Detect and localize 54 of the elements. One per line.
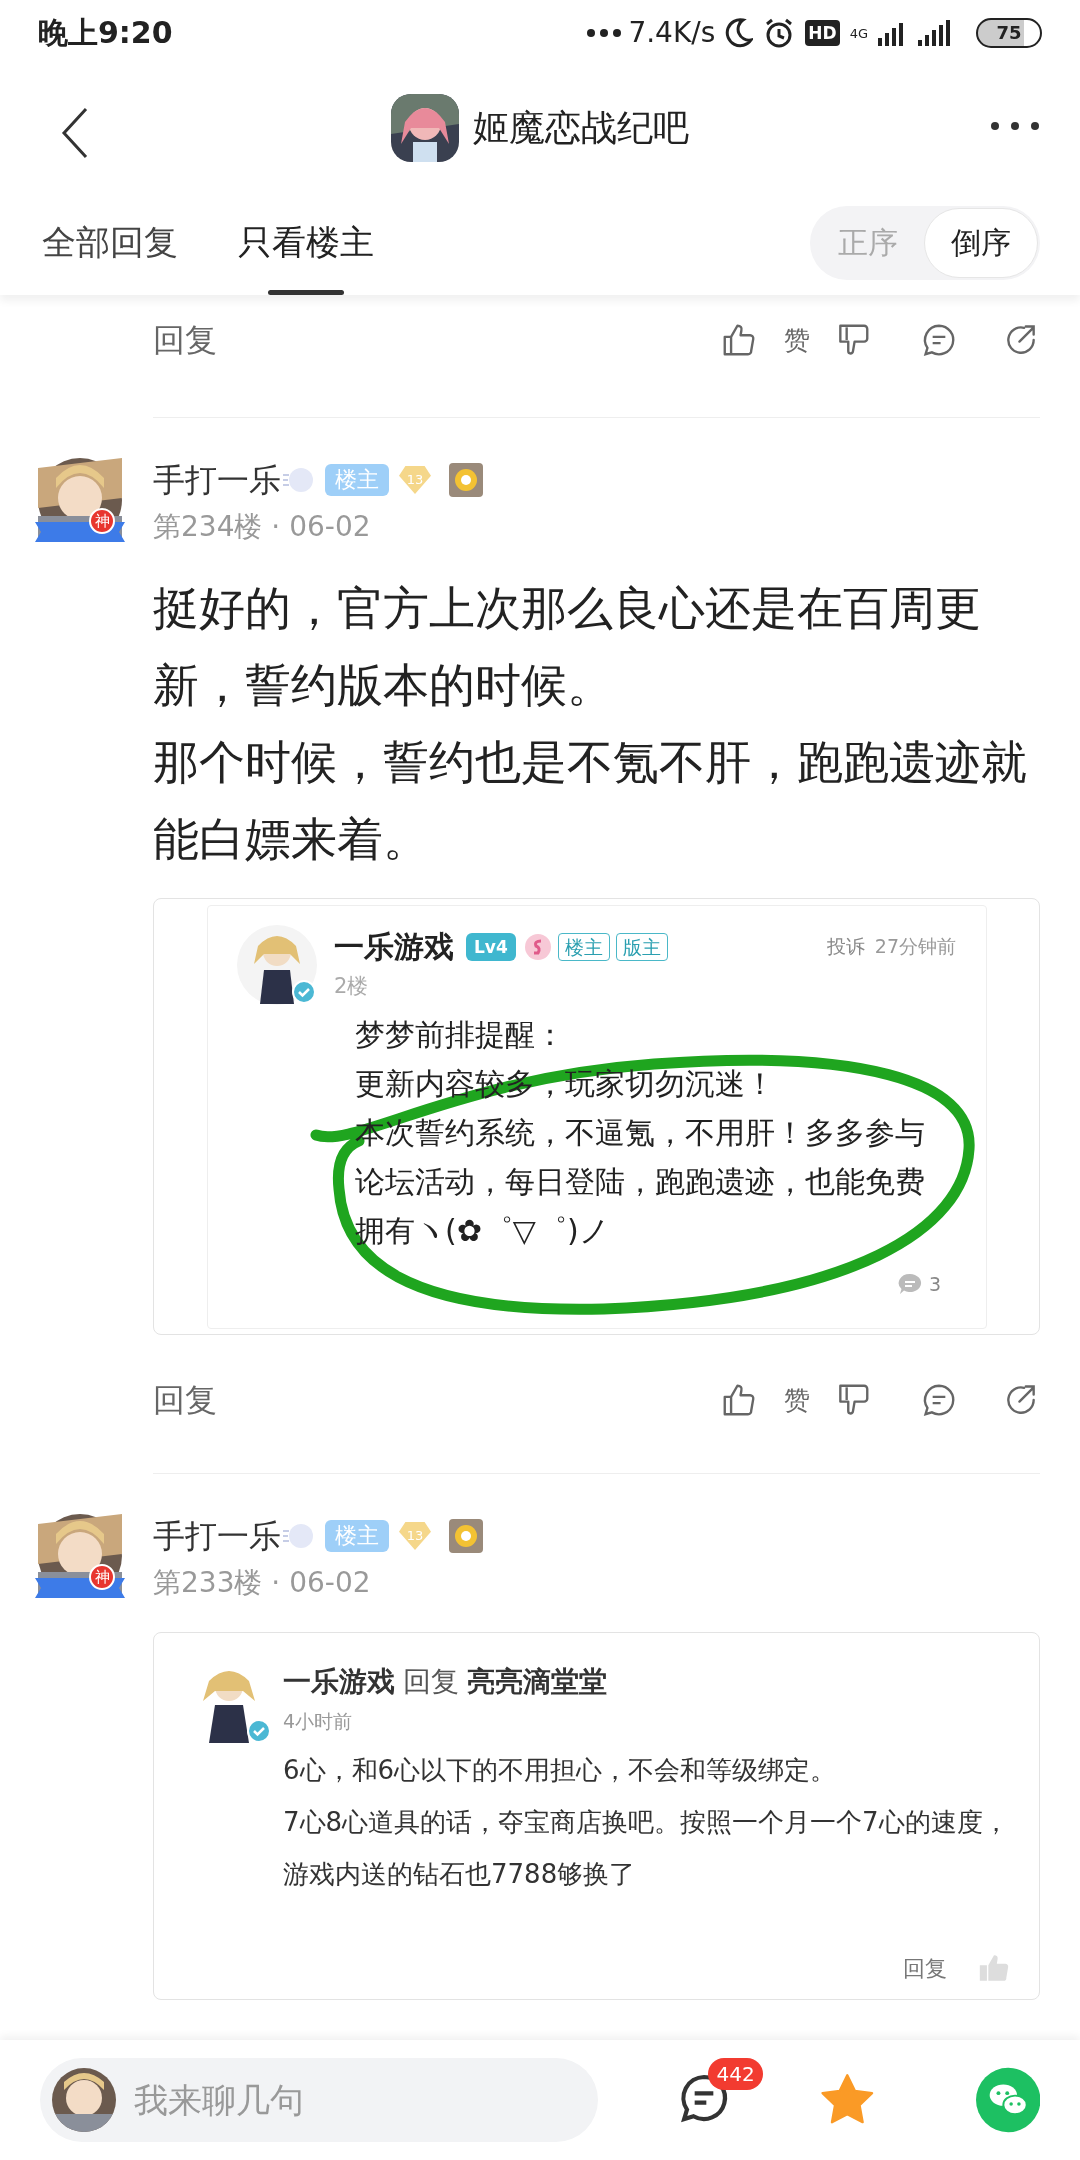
tab[interactable]: 全部回复 <box>42 190 178 295</box>
reply-link[interactable]: 回复 <box>903 1951 947 1985</box>
author-name[interactable]: 手打一乐 <box>153 1512 281 1560</box>
reply-target: 亮亮滴堂堂 <box>467 1664 607 1700</box>
reply-button[interactable]: 回复 <box>153 316 217 364</box>
network-type: 4G <box>849 24 868 43</box>
hd-indicator: HD <box>805 19 840 46</box>
role-badge: 楼主 <box>325 1520 389 1552</box>
role-badge: 楼主 <box>325 464 389 496</box>
coin-icon <box>523 932 552 961</box>
author-name[interactable]: 手打一乐 <box>153 456 281 504</box>
floor-date: 第233楼 · 06-02 <box>153 1565 372 1601</box>
level-badge: Lv4 <box>466 932 516 961</box>
tab[interactable]: 只看楼主 <box>238 190 374 295</box>
post-text: 挺好的，官方上次那么良心还是在百周更新，誓约版本的时候。 <box>153 580 982 714</box>
comment-input[interactable]: 我来聊几句 <box>134 2074 574 2126</box>
post-time: 27分钟前 <box>874 934 956 960</box>
post-time: 4小时前 <box>283 1709 354 1734</box>
sort-option[interactable]: 倒序 <box>924 207 1038 278</box>
comment-field[interactable]: 我来聊几句 <box>40 2058 599 2142</box>
level-badge: 13 <box>399 1522 431 1550</box>
count-badge: 442 <box>708 2058 763 2090</box>
comment-icon <box>896 1271 923 1296</box>
forum-title: 姬魔恋战纪吧 <box>473 105 689 150</box>
medal-icon <box>449 463 483 497</box>
tag: 楼主 <box>557 932 610 961</box>
back-button[interactable] <box>60 107 90 159</box>
quote-text: 6心，和6心以下的不用担心，不会和等级绑定。 <box>283 1753 838 1787</box>
more-button[interactable] <box>990 121 1040 131</box>
reply-word: 回复 <box>403 1664 459 1700</box>
net-speed: 7.4K/s <box>628 14 716 51</box>
quote-text: 梦梦前排提醒： <box>355 1016 566 1054</box>
cloud-icon <box>281 1521 315 1551</box>
like-button[interactable]: 赞 <box>784 320 810 360</box>
verified-icon <box>292 980 316 1004</box>
verified-icon <box>247 1719 271 1743</box>
quote-author: 一乐游戏 <box>334 928 454 966</box>
post-text: 那个时候，誓约也是不氪不肝，跑跑遗迹就能白嫖来着。 <box>153 734 1028 868</box>
dots-icon <box>586 27 623 38</box>
report-link[interactable]: 投诉 <box>826 932 865 961</box>
floor-date: 第234楼 · 06-02 <box>153 509 372 545</box>
battery-indicator: 75 <box>976 17 1042 48</box>
quote-text: 7心8心道具的话，夺宝商店换吧。按照一个月一个7心的速度，游戏内送的钻石也7788够换了 <box>283 1805 1009 1891</box>
cloud-icon <box>281 465 315 495</box>
reply-button[interactable]: 回复 <box>153 1376 217 1424</box>
medal-icon <box>449 1519 483 1553</box>
moon-icon <box>725 17 754 48</box>
comment-count: 3 <box>928 1271 941 1297</box>
floor-label: 2楼 <box>334 973 370 1000</box>
status-time: 晚上9:20 <box>38 14 173 52</box>
like-button[interactable]: 赞 <box>784 1380 810 1420</box>
level-badge: 13 <box>399 466 431 494</box>
tag: 版主 <box>615 932 668 961</box>
quote-author: 一乐游戏 <box>283 1664 395 1700</box>
